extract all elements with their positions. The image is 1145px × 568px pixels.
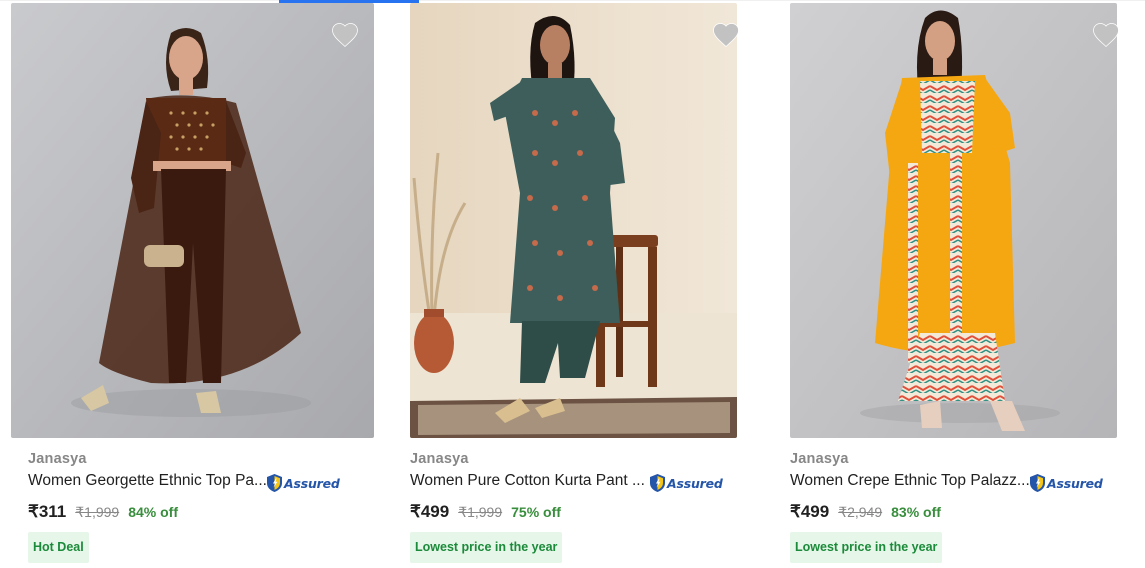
discount-percent: 84% off xyxy=(128,504,178,520)
wishlist-heart-icon[interactable] xyxy=(330,20,360,48)
product-card[interactable]: Janasya Women Georgette Ethnic Top Pa...… xyxy=(11,3,381,568)
product-image[interactable] xyxy=(11,3,374,438)
product-image[interactable] xyxy=(410,3,737,438)
product-title[interactable]: Women Georgette Ethnic Top Pa... xyxy=(28,472,267,490)
discount-percent: 75% off xyxy=(511,504,561,520)
assured-shield-icon xyxy=(267,474,282,492)
original-price: ₹1,999 xyxy=(75,504,120,520)
original-price: ₹1,999 xyxy=(458,504,503,520)
selling-price: ₹311 xyxy=(28,502,67,521)
assured-label: Assured xyxy=(667,475,723,491)
deal-badge: Lowest price in the year xyxy=(410,532,563,563)
assured-shield-icon xyxy=(1030,474,1045,492)
top-divider xyxy=(0,0,1145,1)
product-image[interactable] xyxy=(790,3,1117,438)
original-price: ₹2,949 xyxy=(838,504,883,520)
wishlist-heart-icon[interactable] xyxy=(1091,20,1121,48)
assured-label: Assured xyxy=(284,475,340,491)
product-brand: Janasya xyxy=(410,451,469,467)
product-title[interactable]: Women Crepe Ethnic Top Palazz... xyxy=(790,472,1030,490)
assured-shield-icon xyxy=(650,474,665,492)
assured-badge: Assured xyxy=(266,473,340,493)
wishlist-heart-icon[interactable] xyxy=(711,20,741,48)
product-brand: Janasya xyxy=(790,451,849,467)
product-brand: Janasya xyxy=(28,451,87,467)
discount-percent: 83% off xyxy=(891,504,941,520)
price-row: ₹311 ₹1,999 84% off xyxy=(28,502,178,522)
product-title[interactable]: Women Pure Cotton Kurta Pant ... xyxy=(410,472,645,490)
deal-badge: Hot Deal xyxy=(28,532,89,563)
price-row: ₹499 ₹1,999 75% off xyxy=(410,502,561,522)
selling-price: ₹499 xyxy=(410,502,450,521)
assured-label: Assured xyxy=(1047,475,1103,491)
price-row: ₹499 ₹2,949 83% off xyxy=(790,502,941,522)
assured-badge: Assured xyxy=(649,473,723,493)
assured-badge: Assured xyxy=(1029,473,1103,493)
selling-price: ₹499 xyxy=(790,502,830,521)
product-card[interactable]: Janasya Women Crepe Ethnic Top Palazz...… xyxy=(790,3,1140,568)
deal-badge: Lowest price in the year xyxy=(790,532,943,563)
product-card[interactable]: Janasya Women Pure Cotton Kurta Pant ...… xyxy=(410,3,780,568)
